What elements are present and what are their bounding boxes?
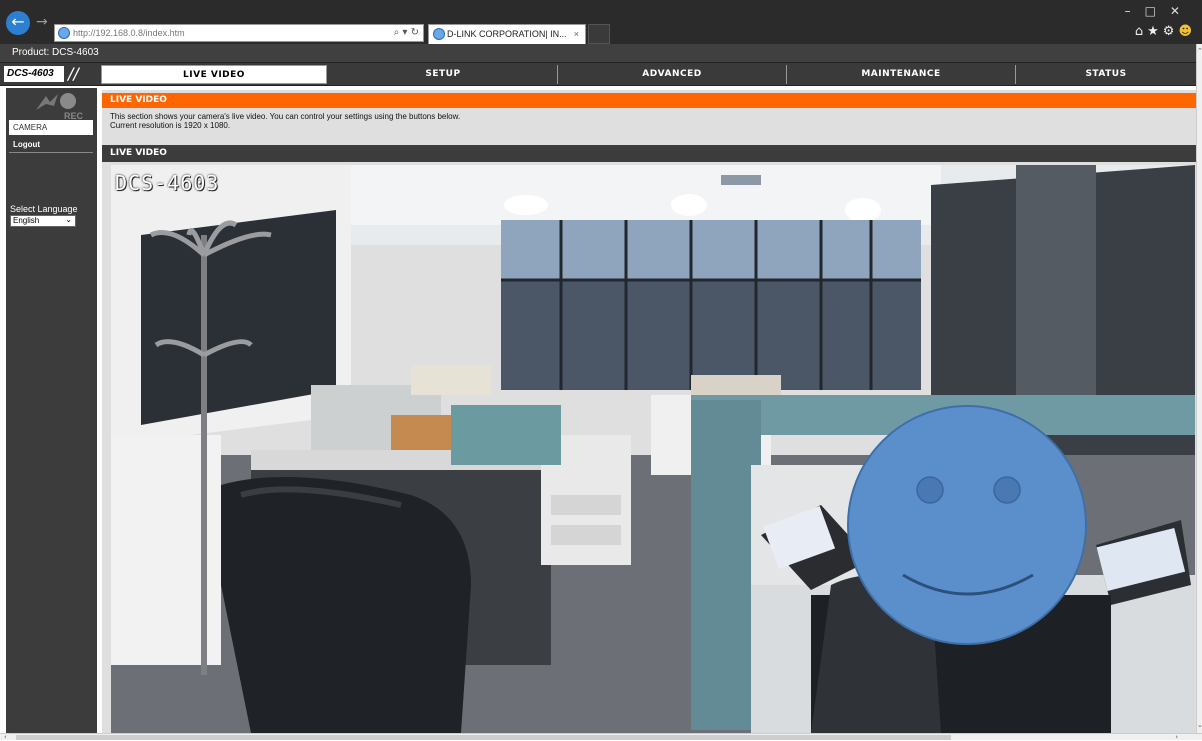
ie-logo-icon bbox=[58, 27, 70, 39]
rec-logo-icon: REC bbox=[36, 93, 84, 121]
main-panel: LIVE VIDEO This section shows your camer… bbox=[102, 90, 1196, 733]
sidebar-item-camera[interactable]: CAMERA bbox=[9, 120, 93, 135]
forward-arrow-icon[interactable]: → bbox=[36, 14, 48, 30]
vertical-scrollbar[interactable]: ⌃ ⌄ bbox=[1196, 44, 1202, 733]
home-star-gear-icon[interactable]: ⌂★⚙ bbox=[1135, 24, 1179, 39]
divider-slashes: // bbox=[68, 64, 79, 83]
tab-setup[interactable]: SETUP bbox=[329, 65, 558, 84]
browser-chrome: ← → http://192.168.0.8/index.htm ⌕ ▾ ↻ D… bbox=[0, 0, 1202, 44]
smiley-feedback-icon[interactable]: ☻ bbox=[1178, 24, 1196, 39]
ie-logo-icon bbox=[433, 28, 445, 40]
tab-maintenance[interactable]: MAINTENANCE bbox=[787, 65, 1016, 84]
new-tab-button[interactable] bbox=[588, 24, 610, 44]
product-bar: Product: DCS-4603 bbox=[0, 44, 1196, 62]
horizontal-scroll-thumb[interactable] bbox=[16, 735, 951, 740]
video-header: LIVE VIDEO bbox=[102, 145, 1196, 162]
tab-advanced[interactable]: ADVANCED bbox=[558, 65, 787, 84]
model-badge: DCS-4603 bbox=[4, 66, 64, 82]
back-arrow-icon[interactable]: ← bbox=[6, 11, 30, 35]
sidebar: REC CAMERA Logout Select Language Englis… bbox=[6, 88, 97, 733]
video-osd-label: DCS-4603 bbox=[115, 171, 220, 195]
tab-close-icon[interactable]: × bbox=[574, 25, 579, 43]
description-line-2: Current resolution is 1920 x 1080. bbox=[110, 121, 231, 130]
scroll-up-icon[interactable]: ⌃ bbox=[1197, 48, 1202, 55]
main-nav: DCS-4603 // LIVE VIDEO SETUP ADVANCED MA… bbox=[0, 62, 1196, 86]
scroll-down-icon[interactable]: ⌄ bbox=[1197, 722, 1202, 729]
language-value: English bbox=[13, 216, 40, 225]
tab-status[interactable]: STATUS bbox=[1016, 65, 1196, 84]
horizontal-scrollbar[interactable]: ‹ › bbox=[0, 733, 1202, 741]
sidebar-divider bbox=[9, 152, 93, 153]
address-url: http://192.168.0.8/index.htm bbox=[73, 28, 185, 38]
section-header: LIVE VIDEO bbox=[102, 93, 1196, 108]
language-select[interactable]: English ⌄ bbox=[10, 215, 76, 227]
address-bar[interactable]: http://192.168.0.8/index.htm ⌕ ▾ ↻ bbox=[54, 24, 424, 42]
chevron-down-icon: ⌄ bbox=[65, 215, 72, 224]
live-video-feed[interactable]: DCS-4603 bbox=[111, 165, 1195, 733]
browser-tab[interactable]: D-LINK CORPORATION| IN... × bbox=[428, 24, 586, 44]
sidebar-item-logout[interactable]: Logout bbox=[13, 140, 40, 149]
description-line-1: This section shows your camera's live vi… bbox=[110, 112, 461, 121]
tab-live-video[interactable]: LIVE VIDEO bbox=[101, 65, 327, 84]
language-label: Select Language bbox=[10, 204, 78, 214]
office-scene-image bbox=[111, 165, 1195, 733]
search-refresh-icon[interactable]: ⌕ ▾ ↻ bbox=[394, 25, 419, 41]
section-description: This section shows your camera's live vi… bbox=[110, 112, 1190, 130]
toolbar-icons[interactable]: ⌂★⚙☻ bbox=[1135, 24, 1196, 39]
window-controls[interactable]: –□✕ bbox=[1125, 4, 1194, 18]
tab-title: D-LINK CORPORATION| IN... bbox=[447, 29, 567, 39]
